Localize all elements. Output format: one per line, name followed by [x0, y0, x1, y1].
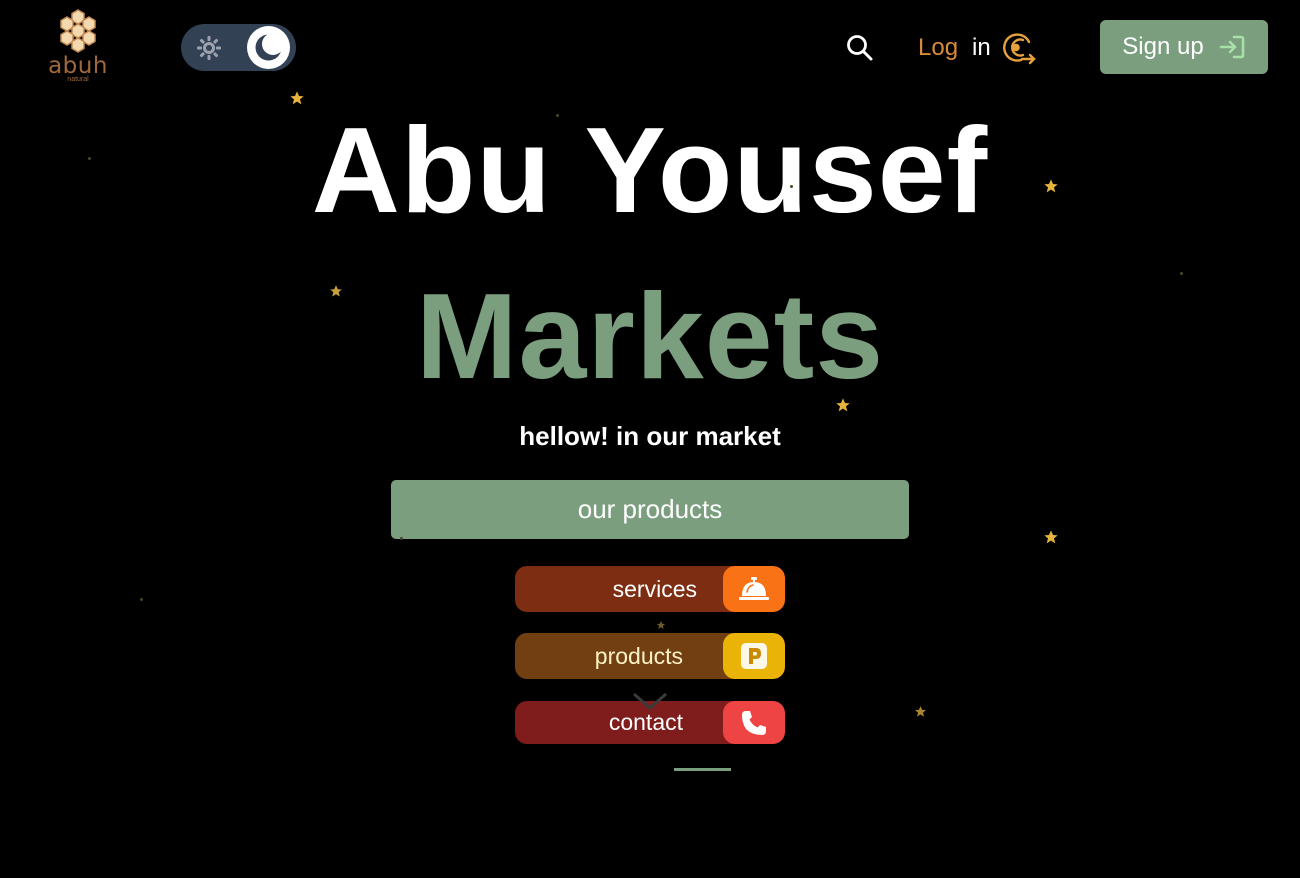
star-dot [790, 185, 793, 188]
products-icon-box [723, 633, 785, 679]
chevron-down-icon [633, 692, 667, 710]
login-label-part1: Log [918, 34, 959, 61]
logo-wordmark: abuh [48, 53, 108, 79]
star-dot [556, 114, 559, 117]
star-dot [400, 537, 403, 540]
star-icon [1044, 179, 1058, 193]
toggle-knob [247, 26, 290, 69]
sun-icon [197, 36, 221, 60]
star-icon [656, 620, 666, 629]
scroll-indicator [674, 768, 731, 771]
signup-button[interactable]: Sign up [1100, 20, 1268, 74]
services-button[interactable]: services [515, 566, 785, 612]
login-link[interactable]: Log in [918, 30, 1037, 66]
signup-label: Sign up [1122, 33, 1204, 60]
contact-icon-box [723, 701, 785, 744]
hero-title: Abu Yousef [311, 102, 989, 238]
landing-page: abuh natural Log in Sign up Abu Yousef M… [0, 0, 1300, 878]
star-dot [140, 598, 143, 601]
star-icon [836, 398, 850, 412]
logo-subtext: natural [67, 76, 89, 83]
hero-tagline: hellow! in our market [519, 421, 781, 451]
service-bell-icon [739, 577, 769, 600]
services-icon-box [723, 566, 785, 612]
login-label-part2: in [972, 34, 991, 61]
our-products-button[interactable]: our products [391, 480, 909, 539]
brand-logo[interactable]: abuh natural [44, 8, 114, 84]
phone-icon [742, 710, 766, 735]
hero-subtitle: Markets [415, 268, 885, 404]
star-icon [330, 285, 342, 297]
star-icon [1044, 530, 1058, 544]
parking-p-icon [741, 643, 767, 669]
search-button[interactable] [845, 33, 875, 63]
products-label: products [594, 643, 683, 669]
moon-icon [255, 33, 283, 61]
star-icon [915, 706, 926, 717]
products-button[interactable]: products [515, 633, 785, 679]
sign-in-icon [1219, 35, 1245, 59]
services-label: services [612, 576, 697, 602]
star-dot [1180, 272, 1183, 275]
theme-toggle[interactable] [181, 24, 296, 71]
target-arrow-icon [1002, 33, 1036, 65]
star-dot [88, 157, 91, 160]
honeycomb-icon [60, 9, 96, 53]
star-icon [290, 91, 304, 105]
search-icon [847, 35, 873, 61]
